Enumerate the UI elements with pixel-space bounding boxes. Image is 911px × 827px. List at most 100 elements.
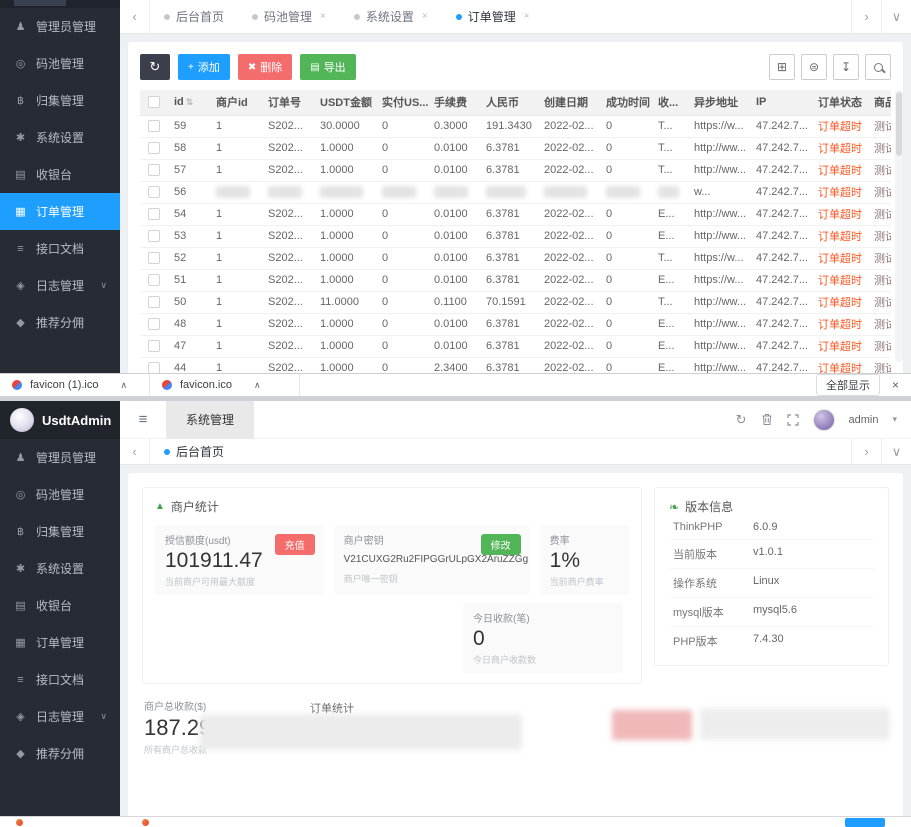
table-row[interactable]: 591S202...30.000000.3000191.34302022-02.… <box>140 115 891 137</box>
refresh-icon[interactable]: ↻ <box>736 412 747 428</box>
close-tab-icon[interactable]: × <box>422 11 428 22</box>
sidebar-item-label: 日志管理 <box>36 708 84 725</box>
row-checkbox[interactable] <box>148 208 160 220</box>
app-logo[interactable]: UsdtAdmin <box>0 401 120 439</box>
username[interactable]: admin <box>849 414 879 426</box>
tabs-scroll-right-icon[interactable]: › <box>851 0 881 33</box>
sidebar-item[interactable]: ◈日志管理∨ <box>0 267 120 304</box>
add-button[interactable]: +添加 <box>178 54 230 80</box>
sidebar-item[interactable]: ฿归集管理 <box>0 513 120 550</box>
tab-item[interactable]: 后台首页 <box>150 0 238 33</box>
table-row[interactable]: 501S202...11.000000.110070.15912022-02..… <box>140 291 891 313</box>
tab-item[interactable]: 后台首页 <box>150 439 238 464</box>
delete-button[interactable]: ✖删除 <box>238 54 292 80</box>
tabs-scroll-right-icon[interactable]: › <box>851 439 881 464</box>
chevron-up-icon[interactable]: ∧ <box>120 380 127 391</box>
module-tab-system[interactable]: 系统管理 <box>166 401 254 439</box>
sidebar-item[interactable]: ◈日志管理∨ <box>0 698 120 735</box>
cell-fee: 0.0100 <box>428 313 480 335</box>
sidebar-item-label: 管理员管理 <box>36 18 96 35</box>
sidebar-item[interactable]: ▤收银台 <box>0 156 120 193</box>
merchant-card-title-text: 商户统计 <box>171 498 219 515</box>
table-row[interactable]: 511S202...1.000000.01006.37812022-02...0… <box>140 269 891 291</box>
export-data-icon[interactable]: ↧ <box>833 54 859 80</box>
content-area: ↻ +添加 ✖删除 ▤导出 ⊞ ⊜ ↧ id⇅商户id订单号USDT金额实付US… <box>120 34 911 396</box>
clear-cache-icon[interactable] <box>761 413 773 426</box>
collapse-menu-icon[interactable]: ≡ <box>120 411 166 428</box>
row-checkbox[interactable] <box>148 252 160 264</box>
row-checkbox[interactable] <box>148 318 160 330</box>
export-button[interactable]: ▤导出 <box>300 54 355 80</box>
show-all-downloads-button[interactable]: 全部显示 <box>816 374 880 396</box>
table-row[interactable]: 571S202...1.000000.01006.37812022-02...0… <box>140 159 891 181</box>
row-checkbox[interactable] <box>148 142 160 154</box>
search-icon[interactable] <box>865 54 891 80</box>
cell-success: 0 <box>600 335 652 357</box>
refresh-button[interactable]: ↻ <box>140 54 170 80</box>
tab-dot-icon <box>456 14 462 20</box>
sidebar-item[interactable]: ▤收银台 <box>0 587 120 624</box>
sidebar-item[interactable]: ▦订单管理 <box>0 193 120 230</box>
sidebar-item[interactable]: ◆推荐分佣 <box>0 735 120 772</box>
print-icon[interactable]: ⊜ <box>801 54 827 80</box>
download-item[interactable]: favicon.ico∧ <box>150 374 300 396</box>
table-row[interactable]: 531S202...1.000000.01006.37812022-02...0… <box>140 225 891 247</box>
sidebar-item[interactable]: ▦订单管理 <box>0 624 120 661</box>
sort-icon[interactable]: ⇅ <box>186 97 194 107</box>
row-checkbox[interactable] <box>148 340 160 352</box>
tabs-scroll-left-icon[interactable]: ‹ <box>120 439 150 464</box>
row-checkbox[interactable] <box>148 230 160 242</box>
table-row[interactable]: 481S202...1.000000.01006.37812022-02...0… <box>140 313 891 335</box>
table-row[interactable]: 541S202...1.000000.01006.37812022-02...0… <box>140 203 891 225</box>
tab-item[interactable]: 订单管理× <box>442 0 544 33</box>
tabs-menu-icon[interactable]: ∨ <box>881 0 911 33</box>
sidebar-item[interactable]: ◎码池管理 <box>0 45 120 82</box>
close-downloads-icon[interactable]: × <box>892 378 899 392</box>
table-row[interactable]: 521S202...1.000000.01006.37812022-02...0… <box>140 247 891 269</box>
row-checkbox[interactable] <box>148 164 160 176</box>
close-tab-icon[interactable]: × <box>524 11 530 22</box>
chevron-up-icon[interactable]: ∧ <box>254 380 261 391</box>
order-table-grid: id⇅商户id订单号USDT金额实付US...手续费人民币创建日期成功时间收..… <box>140 90 891 380</box>
recharge-button[interactable]: 充值 <box>275 534 315 555</box>
tab-bar-controls: › ∨ <box>851 0 911 33</box>
cell-paid: 0 <box>376 137 428 159</box>
stat-label: 商户总收款($) <box>144 698 211 713</box>
sidebar-item[interactable]: ✱系统设置 <box>0 550 120 587</box>
sidebar-item[interactable]: ≡接口文档 <box>0 661 120 698</box>
close-tab-icon[interactable]: × <box>320 11 326 22</box>
column-header: 人民币 <box>480 90 538 115</box>
cell-id: 51 <box>168 269 210 291</box>
sidebar-item-label: 系统设置 <box>36 129 84 146</box>
table-row[interactable]: 581S202...1.000000.01006.37812022-02...0… <box>140 137 891 159</box>
tabs-scroll-left-icon[interactable]: ‹ <box>120 0 150 33</box>
row-checkbox[interactable] <box>148 120 160 132</box>
filter-columns-icon[interactable]: ⊞ <box>769 54 795 80</box>
tab-item[interactable]: 系统设置× <box>340 0 442 33</box>
button-partial[interactable] <box>845 818 885 827</box>
tabs-menu-icon[interactable]: ∨ <box>881 439 911 464</box>
sidebar-item[interactable]: ♟管理员管理 <box>0 439 120 476</box>
table-row[interactable]: 56w...47.242.7...订单超时测试 <box>140 181 891 203</box>
sidebar-item[interactable]: ✱系统设置 <box>0 119 120 156</box>
sidebar-item[interactable]: ≡接口文档 <box>0 230 120 267</box>
download-item[interactable]: favicon (1).ico∧ <box>0 374 150 396</box>
table-row[interactable]: 471S202...1.000000.01006.37812022-02...0… <box>140 335 891 357</box>
cell-cny: 6.3781 <box>480 137 538 159</box>
row-checkbox[interactable] <box>148 296 160 308</box>
scrollbar-thumb[interactable] <box>896 92 902 156</box>
row-checkbox[interactable] <box>148 186 160 198</box>
modify-button[interactable]: 修改 <box>481 534 521 555</box>
sidebar-item[interactable]: ♟管理员管理 <box>0 8 120 45</box>
sidebar-item[interactable]: ฿归集管理 <box>0 82 120 119</box>
sidebar-item[interactable]: ◆推荐分佣 <box>0 304 120 341</box>
table-scrollbar[interactable] <box>895 90 903 362</box>
fullscreen-icon[interactable] <box>787 414 799 426</box>
sidebar-item[interactable]: ◎码池管理 <box>0 476 120 513</box>
cell-success: 0 <box>600 291 652 313</box>
tab-item[interactable]: 码池管理× <box>238 0 340 33</box>
select-all-checkbox[interactable] <box>148 96 160 108</box>
row-checkbox[interactable] <box>148 274 160 286</box>
version-label: mysql版本 <box>673 604 753 620</box>
user-avatar[interactable] <box>813 409 835 431</box>
